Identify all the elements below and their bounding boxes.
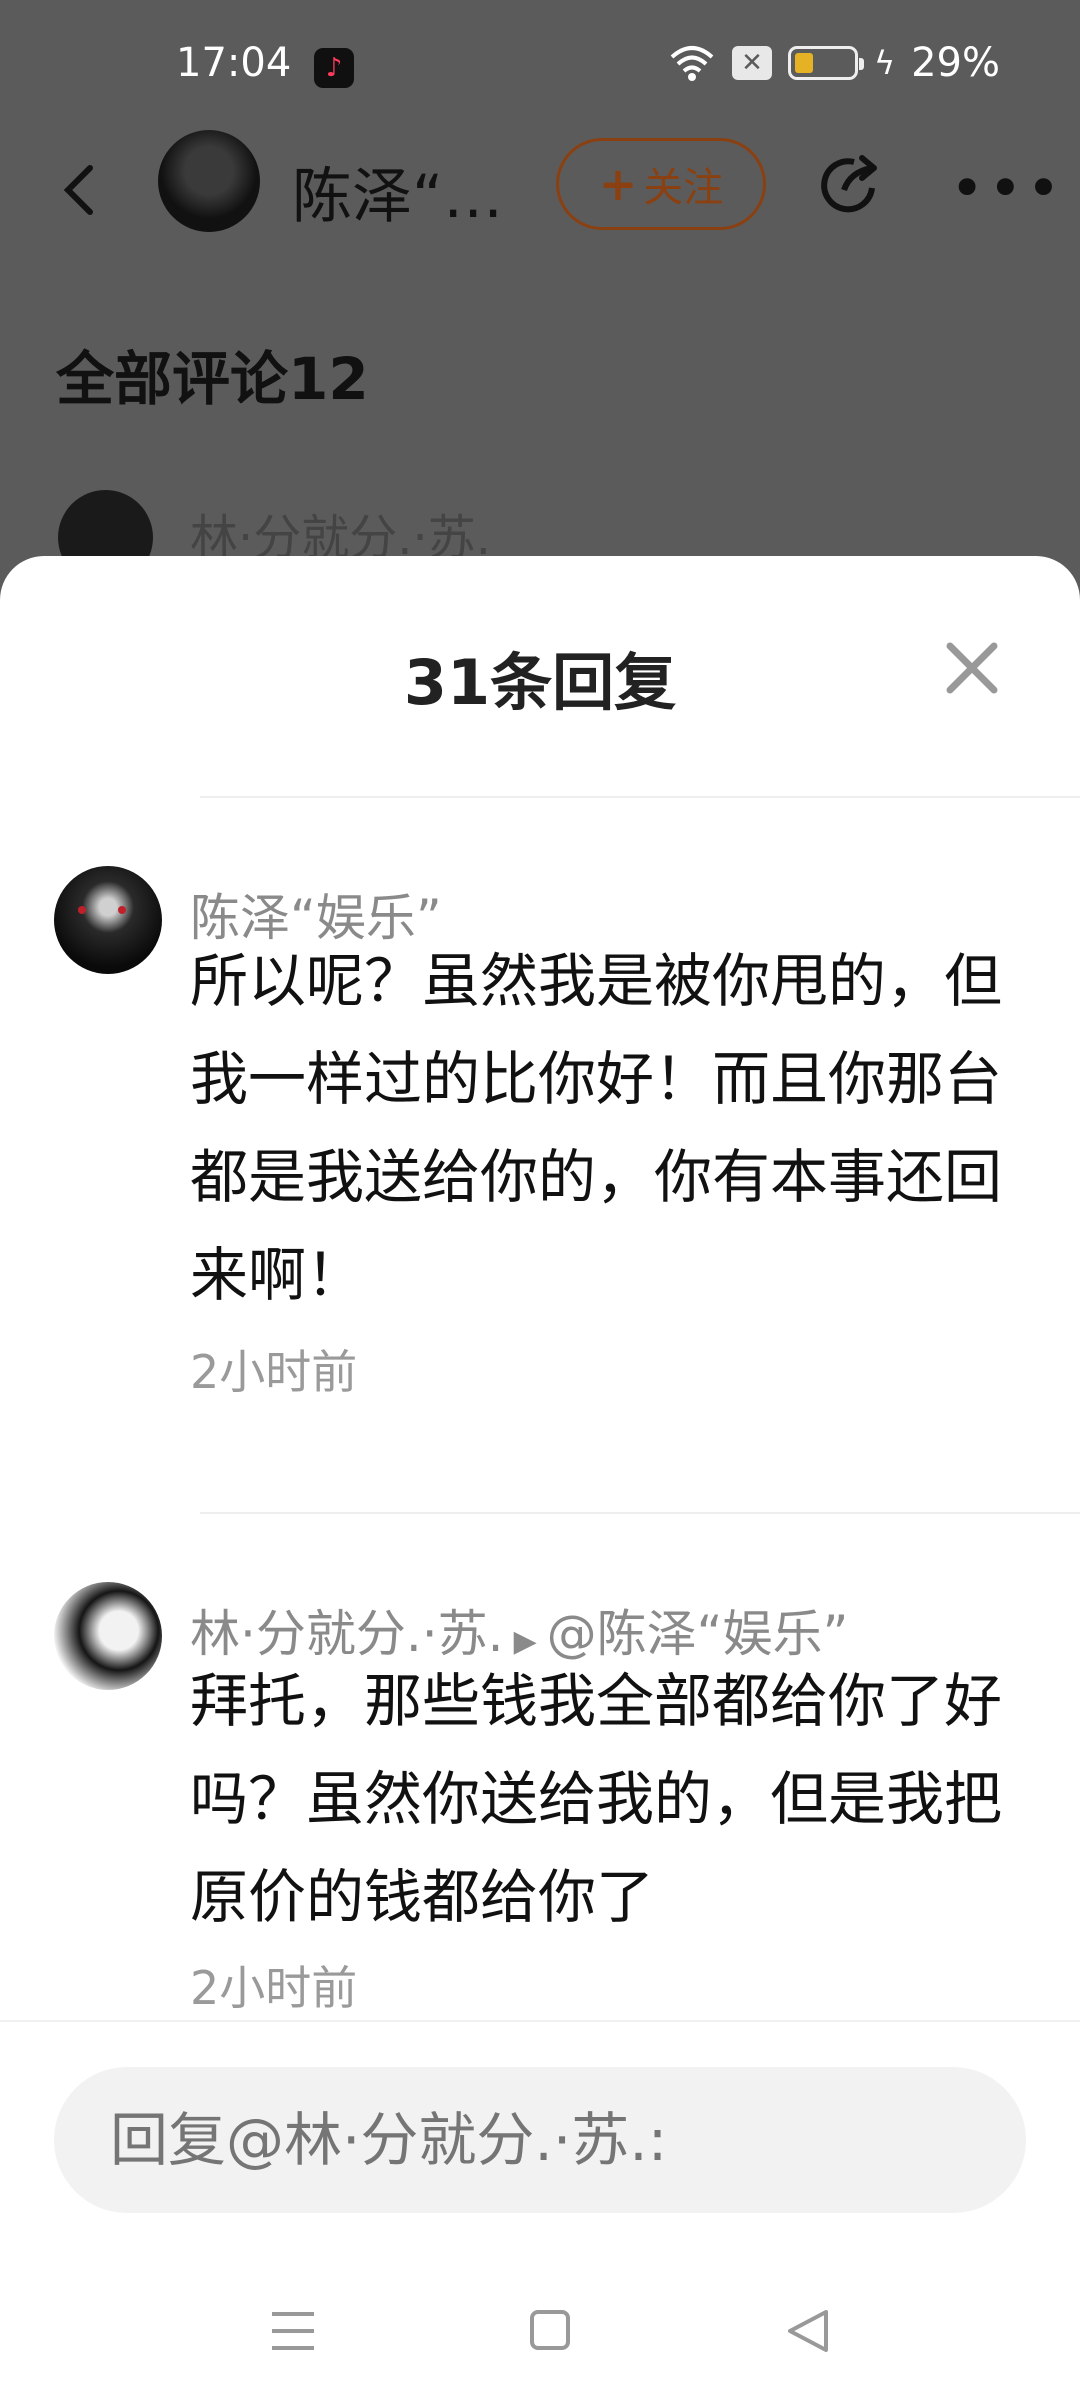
reply-time: 2小时前 xyxy=(190,1961,358,2015)
follow-button[interactable]: + 关注 xyxy=(556,138,766,230)
reply-content: 所以呢？虽然我是被你甩的，但我一样过的比你好！而且你那台都是我送给你的，你有本事… xyxy=(190,947,1003,1309)
back-icon[interactable] xyxy=(52,160,112,220)
avatar[interactable] xyxy=(54,1582,162,1690)
reply-content: 拜托，那些钱我全部都给你了好吗？虽然你送给我的，但是我把原价的钱都给你了 xyxy=(190,1667,1003,1931)
charging-bolt-icon: ϟ xyxy=(873,44,896,82)
comments-title: 全部评论12 xyxy=(56,345,369,413)
divider xyxy=(200,1512,1080,1514)
follow-label: 关注 xyxy=(643,165,724,211)
system-nav-bar xyxy=(0,2270,1080,2400)
header-avatar[interactable] xyxy=(158,130,260,232)
close-icon[interactable] xyxy=(944,640,1000,696)
avatar[interactable] xyxy=(54,866,162,974)
battery-icon xyxy=(787,46,864,80)
wifi-icon xyxy=(670,46,714,81)
replies-sheet: 31条回复 陈泽“娱乐” 所以呢？虽然我是被你甩的，但我一样过的比你好！而且你那… xyxy=(0,556,1080,2402)
plus-icon: + xyxy=(598,157,638,211)
back-triangle-icon[interactable] xyxy=(786,2308,830,2354)
more-icon[interactable]: ••• xyxy=(950,159,1065,217)
menu-icon[interactable] xyxy=(270,2310,316,2352)
sim-x-icon: ✕ xyxy=(731,46,772,80)
status-time: 17:04 xyxy=(176,40,292,86)
divider xyxy=(200,796,1080,798)
home-icon[interactable] xyxy=(530,2310,570,2350)
battery-percent: 29% xyxy=(911,40,1000,86)
sheet-title: 31条回复 xyxy=(403,646,677,719)
header-name[interactable]: 陈泽“… xyxy=(292,148,503,235)
tiktok-icon: ♪ xyxy=(314,48,354,88)
share-icon[interactable] xyxy=(816,150,886,220)
reply-input[interactable] xyxy=(54,2067,1026,2213)
reply-time: 2小时前 xyxy=(190,1345,358,1399)
status-bar: 17:04 ♪ ✕ ϟ 29% xyxy=(0,0,1080,140)
